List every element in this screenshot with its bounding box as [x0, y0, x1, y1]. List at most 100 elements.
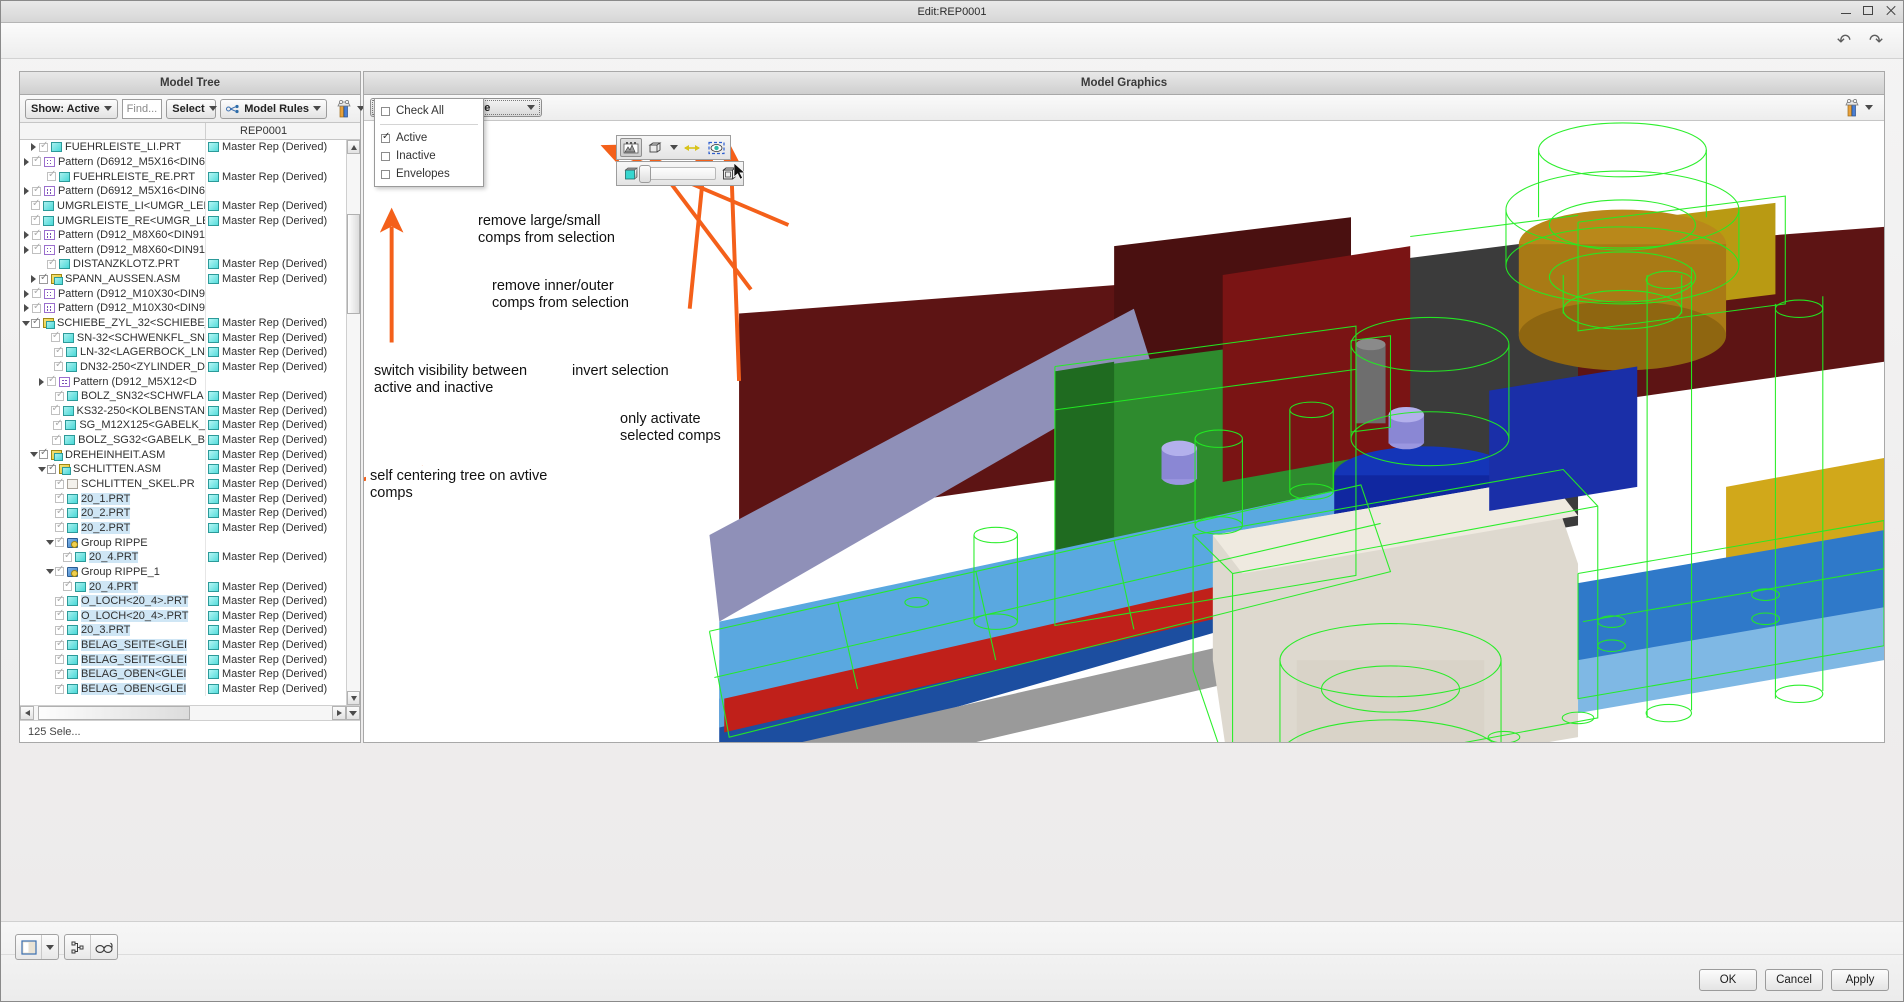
tree-vscroll-track[interactable] — [347, 154, 360, 691]
expand-arrow-icon[interactable] — [21, 157, 32, 166]
tree-row-checkbox[interactable] — [31, 242, 41, 255]
expand-arrow-icon[interactable] — [21, 187, 32, 196]
tree-row-checkbox[interactable] — [31, 155, 41, 167]
tree-row-name-cell[interactable]: BELAG_OBEN<GLEI — [20, 681, 206, 697]
tree-row-checkbox[interactable] — [55, 535, 64, 548]
tree-hscroll-thumb[interactable] — [38, 706, 190, 720]
model-tree-rows[interactable]: FUEHRLEISTE_LI.PRT Master Rep (Derived) Pa… — [20, 140, 346, 705]
tree-row-checkbox[interactable] — [39, 140, 48, 152]
tree-row-name-cell[interactable]: LN-32<LAGERBOCK_LN — [20, 344, 206, 360]
undo-icon[interactable]: ↶ — [1831, 29, 1857, 53]
tree-vertical-scrollbar[interactable] — [346, 140, 360, 705]
tree-row-checkbox[interactable] — [47, 257, 56, 269]
table-row[interactable]: Group RIPPE — [20, 535, 346, 550]
tree-row-checkbox[interactable] — [55, 623, 64, 635]
checkbox-active[interactable] — [381, 131, 390, 143]
tree-row-checkbox[interactable] — [47, 169, 56, 182]
tree-row-name-cell[interactable]: Pattern (D6912_M5X16<DIN6 — [20, 183, 206, 199]
tree-row-name-cell[interactable]: 20_3.PRT — [20, 623, 206, 638]
tree-row-name-cell[interactable]: BELAG_SEITE<GLEI — [20, 652, 206, 668]
tree-row-name-cell[interactable]: 20_4.PRT — [20, 549, 206, 565]
table-row[interactable]: BOLZ_SG32<GABELK_B Master Rep (Derived) — [20, 432, 346, 448]
tree-row-checkbox[interactable] — [53, 418, 63, 430]
table-row[interactable]: SN-32<SCHWENKFL_SN Master Rep (Derived) — [20, 330, 346, 345]
table-row[interactable]: 20_4.PRT Master Rep (Derived) — [20, 549, 346, 565]
tree-row-name-cell[interactable]: Group RIPPE_1 — [20, 564, 206, 580]
tree-row-checkbox[interactable] — [47, 374, 56, 387]
scroll-left-icon[interactable] — [20, 706, 34, 720]
tree-row-name-cell[interactable]: O_LOCH<20_4>.PRT — [20, 608, 206, 624]
table-row[interactable]: BELAG_OBEN<GLEI Master Rep (Derived) — [20, 667, 346, 682]
tree-row-name-cell[interactable]: 20_1.PRT — [20, 491, 206, 507]
dropdown-item-inactive[interactable]: Inactive — [375, 147, 483, 165]
tree-row-name-cell[interactable]: Pattern (D912_M8X60<DIN91 — [20, 242, 206, 258]
tree-row-checkbox[interactable] — [31, 301, 41, 313]
ok-button[interactable]: OK — [1699, 969, 1757, 991]
table-row[interactable]: Pattern (D912_M5X12<D — [20, 374, 346, 389]
tree-row-checkbox[interactable] — [31, 213, 40, 226]
tree-row-checkbox[interactable] — [55, 491, 64, 504]
tree-row-name-cell[interactable]: DISTANZKLOTZ.PRT — [20, 257, 206, 272]
table-row[interactable]: 20_2.PRT Master Rep (Derived) — [20, 506, 346, 521]
tree-row-checkbox[interactable] — [31, 184, 41, 196]
slider-thumb[interactable] — [639, 165, 651, 183]
table-row[interactable]: SCHLITTEN_SKEL.PR Master Rep (Derived) — [20, 476, 346, 492]
show-active-dropdown-menu[interactable]: Check All Active Inactive Envelopes — [374, 98, 484, 187]
table-row[interactable]: DN32-250<ZYLINDER_D Master Rep (Derived) — [20, 359, 346, 375]
expand-arrow-icon[interactable] — [36, 377, 47, 386]
minimize-icon[interactable] — [1840, 4, 1853, 17]
redo-icon[interactable]: ↷ — [1863, 29, 1889, 53]
tree-row-name-cell[interactable]: Pattern (D912_M8X60<DIN91 — [20, 227, 206, 243]
tree-row-name-cell[interactable]: UMGRLEISTE_RE<UMGR_LEI — [20, 213, 206, 228]
tree-row-checkbox[interactable] — [53, 360, 63, 372]
cancel-button[interactable]: Cancel — [1765, 969, 1823, 991]
tree-row-checkbox[interactable] — [39, 447, 48, 460]
tree-filter-icon[interactable] — [65, 935, 91, 959]
table-row[interactable]: DREHEINHEIT.ASM Master Rep (Derived) — [20, 447, 346, 463]
expand-arrow-icon[interactable] — [21, 231, 32, 240]
expand-arrow-icon[interactable] — [21, 304, 32, 313]
tree-hscroll-extra[interactable] — [346, 706, 360, 720]
tree-row-name-cell[interactable]: SCHLITTEN.ASM — [20, 462, 206, 477]
checkbox-check-all[interactable] — [381, 106, 390, 116]
tree-row-name-cell[interactable]: SCHIEBE_ZYL_32<SCHIEBE_ — [20, 315, 206, 331]
tree-horizontal-scrollbar[interactable] — [20, 705, 360, 720]
tree-row-checkbox[interactable] — [31, 199, 40, 211]
dropdown-item-active[interactable]: Active — [375, 129, 483, 147]
tree-row-name-cell[interactable]: SN-32<SCHWENKFL_SN — [20, 330, 206, 345]
collapse-arrow-icon[interactable] — [28, 452, 39, 458]
table-row[interactable]: 20_2.PRT Master Rep (Derived) — [20, 520, 346, 536]
tree-row-checkbox[interactable] — [31, 228, 41, 240]
expand-arrow-icon[interactable] — [28, 143, 39, 152]
collapse-arrow-icon[interactable] — [44, 540, 55, 546]
tree-row-checkbox[interactable] — [52, 433, 61, 445]
tree-row-name-cell[interactable]: 20_4.PRT — [20, 579, 206, 594]
tree-row-checkbox[interactable] — [63, 550, 72, 562]
table-row[interactable]: Pattern (D912_M10X30<DIN9 — [20, 301, 346, 316]
tree-row-name-cell[interactable]: UMGRLEISTE_LI<UMGR_LEIS — [20, 198, 206, 214]
tree-row-checkbox[interactable] — [55, 477, 64, 489]
table-row[interactable]: Pattern (D912_M8X60<DIN91 — [20, 227, 346, 243]
tree-row-checkbox[interactable] — [55, 652, 64, 665]
tree-row-checkbox[interactable] — [31, 286, 41, 299]
tree-row-name-cell[interactable]: FUEHRLEISTE_RE.PRT — [20, 169, 206, 184]
display-float-toolbar[interactable] — [616, 161, 744, 186]
glasses-icon[interactable] — [91, 935, 117, 959]
tree-row-checkbox[interactable] — [55, 521, 64, 533]
tree-row-name-cell[interactable]: Pattern (D912_M5X12<D — [20, 374, 206, 389]
tree-row-checkbox[interactable] — [55, 667, 64, 679]
tree-row-name-cell[interactable]: Pattern (D912_M10X30<DIN9 — [20, 301, 206, 316]
tree-row-checkbox[interactable] — [55, 389, 64, 401]
tree-row-name-cell[interactable]: DREHEINHEIT.ASM — [20, 447, 206, 463]
checkbox-inactive[interactable] — [381, 151, 390, 161]
table-row[interactable]: DISTANZKLOTZ.PRT Master Rep (Derived) — [20, 257, 346, 272]
tree-row-name-cell[interactable]: Pattern (D912_M10X30<DIN9 — [20, 286, 206, 302]
tree-row-name-cell[interactable]: BELAG_OBEN<GLEI — [20, 667, 206, 682]
close-icon[interactable] — [1884, 4, 1897, 17]
table-row[interactable]: BELAG_SEITE<GLEI Master Rep (Derived) — [20, 637, 346, 653]
table-row[interactable]: 20_1.PRT Master Rep (Derived) — [20, 491, 346, 507]
table-row[interactable]: Pattern (D912_M8X60<DIN91 — [20, 242, 346, 258]
model-graphics-canvas[interactable]: remove large/small comps from selection … — [364, 121, 1884, 742]
tree-row-checkbox[interactable] — [47, 462, 56, 474]
tree-row-name-cell[interactable]: O_LOCH<20_4>.PRT — [20, 593, 206, 609]
